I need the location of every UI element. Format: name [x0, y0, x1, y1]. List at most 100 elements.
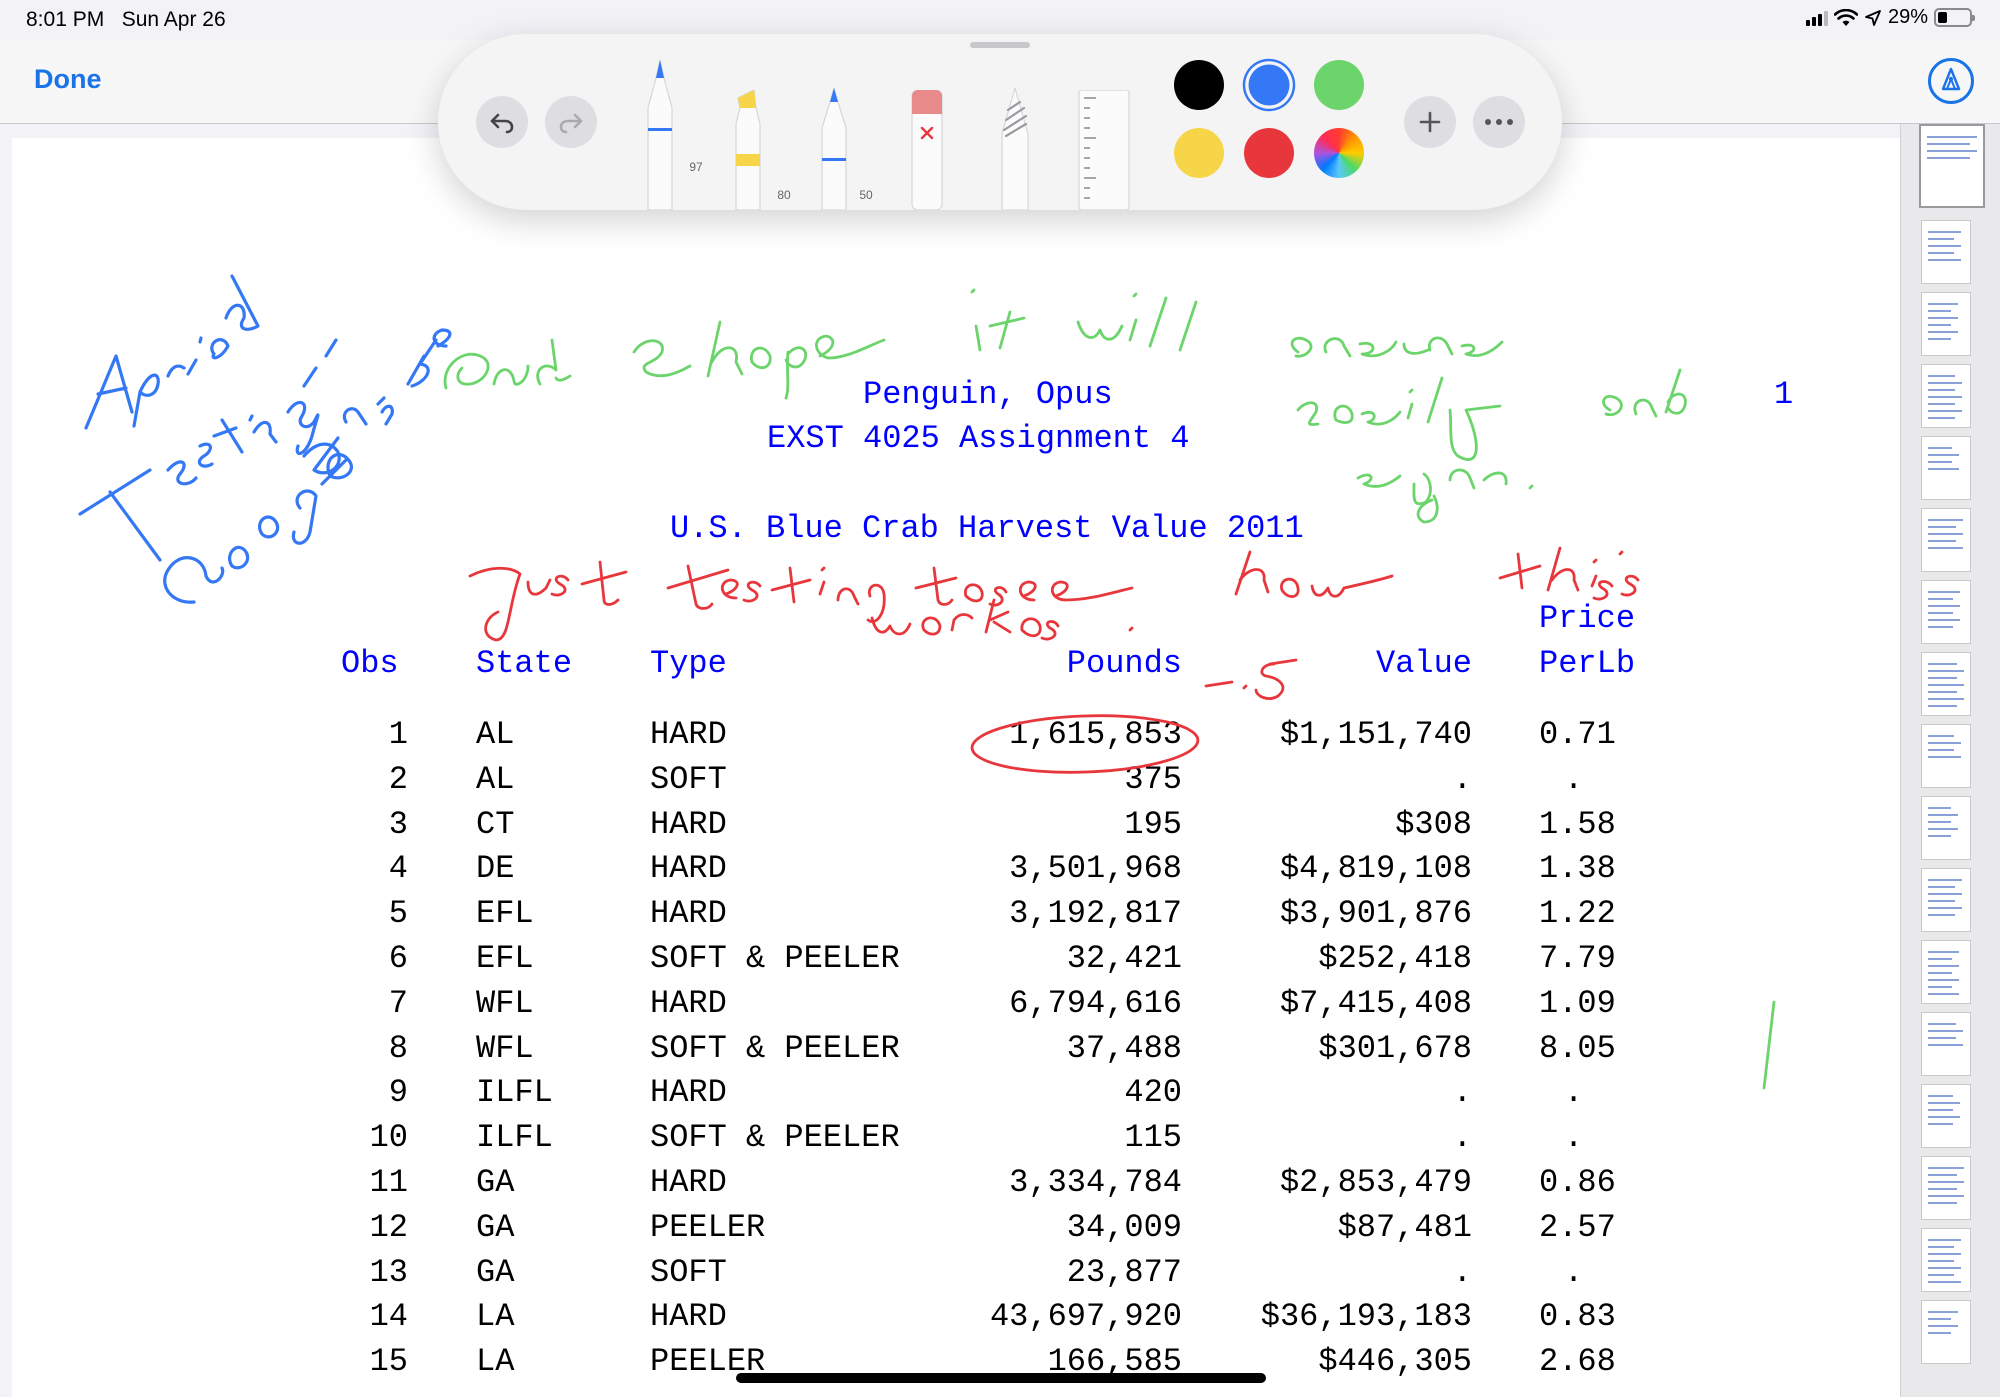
cell-state: ILFL [476, 1119, 553, 1157]
page-thumbnail[interactable] [1921, 1228, 1971, 1292]
cellular-signal-icon [1805, 10, 1828, 26]
page-thumbnail[interactable] [1921, 1084, 1971, 1148]
cell-value: . [1452, 1119, 1472, 1157]
page-thumbnail[interactable] [1921, 1156, 1971, 1220]
page-thumbnail[interactable] [1921, 1300, 1971, 1364]
pen-tool[interactable]: 97 [642, 59, 703, 211]
plus-icon [1419, 111, 1441, 133]
cell-price: 0.71 [1539, 716, 1616, 753]
page-thumbnail[interactable] [1921, 436, 1971, 500]
cell-type: SOFT [650, 1253, 727, 1291]
ruler-icon [1078, 89, 1130, 211]
markup-button[interactable] [1928, 58, 1974, 104]
page-thumbnail[interactable] [1921, 940, 1971, 1004]
cell-pounds: 3,334,784 [1009, 1164, 1182, 1201]
page-thumbnail[interactable] [1921, 868, 1971, 932]
cell-price: 1.09 [1539, 984, 1616, 1022]
page-thumbnail[interactable] [1921, 580, 1971, 644]
page-thumbnail-strip[interactable] [1900, 124, 2000, 1397]
ellipsis-icon [1485, 119, 1513, 125]
column-header-obs: Obs [341, 645, 399, 682]
column-header-type: Type [650, 645, 727, 682]
done-button[interactable]: Done [34, 64, 102, 95]
marker-tool[interactable]: 80 [730, 89, 791, 211]
pencil-width-label: 50 [859, 188, 873, 202]
column-header-value: Value [1375, 645, 1472, 682]
cell-obs: 11 [369, 1164, 408, 1201]
undo-button[interactable] [476, 96, 528, 148]
cell-type: HARD [650, 805, 727, 843]
column-header-state: State [476, 645, 573, 682]
cell-value: $2,853,479 [1279, 1164, 1472, 1201]
lasso-tool[interactable] [998, 85, 1032, 211]
page-thumbnail[interactable] [1921, 1012, 1971, 1076]
cell-pounds: 43,697,920 [989, 1298, 1182, 1336]
redo-button[interactable] [545, 96, 597, 148]
more-options-button[interactable] [1473, 96, 1525, 148]
header-name: Penguin, Opus [863, 376, 1113, 413]
status-right: 29% [1805, 6, 1975, 29]
black-swatch[interactable] [1174, 60, 1224, 110]
cell-price: . [1564, 1074, 1584, 1112]
cell-pounds: 3,501,968 [1009, 850, 1182, 888]
cell-value: $446,305 [1318, 1343, 1472, 1381]
page-thumbnail[interactable] [1921, 724, 1971, 788]
cell-state: LA [476, 1298, 515, 1336]
cell-state: LA [476, 1343, 515, 1381]
document-page[interactable]: Penguin, Opus EXST 4025 Assignment 4 1 U… [12, 138, 1900, 1397]
page-thumbnail[interactable] [1921, 364, 1971, 428]
cell-obs: 8 [388, 1029, 408, 1067]
cell-obs: 13 [369, 1253, 408, 1291]
red-swatch[interactable] [1244, 128, 1294, 178]
add-button[interactable] [1404, 96, 1456, 148]
eraser-icon [911, 89, 943, 211]
cell-value: . [1452, 1074, 1472, 1112]
page-thumbnail[interactable] [1921, 292, 1971, 356]
color-picker-swatch[interactable] [1314, 128, 1364, 178]
pen-tip-circle-icon [1941, 67, 1961, 91]
cell-pounds: 6,794,616 [1009, 984, 1182, 1022]
cell-state: GA [476, 1164, 515, 1201]
location-arrow-icon [1865, 9, 1881, 26]
cell-value: $36,193,183 [1260, 1298, 1472, 1336]
wifi-icon [1833, 8, 1858, 26]
green-swatch[interactable] [1314, 60, 1364, 110]
toolbar-grabber-handle[interactable] [970, 42, 1030, 48]
page-thumbnail[interactable] [1921, 220, 1971, 284]
page-thumbnail[interactable] [1921, 508, 1971, 572]
cell-price: 7.79 [1539, 940, 1616, 977]
page-thumbnail[interactable] [1919, 124, 1985, 208]
cell-state: GA [476, 1208, 515, 1246]
cell-state: DE [476, 850, 515, 888]
highlighter-icon [735, 89, 761, 211]
battery-percent: 29% [1887, 6, 1928, 28]
markup-toolbar: 97 80 50 [438, 34, 1562, 211]
cell-state: AL [476, 760, 515, 798]
home-indicator[interactable] [736, 1373, 1266, 1383]
cell-price: 1.38 [1539, 850, 1616, 888]
ruler-tool[interactable] [1078, 89, 1130, 211]
cell-pounds: 420 [1124, 1074, 1182, 1112]
cell-state: AL [476, 716, 515, 753]
cell-value: $301,678 [1318, 1029, 1472, 1067]
cell-pounds: 3,192,817 [1009, 895, 1182, 933]
cell-price: 2.57 [1539, 1208, 1616, 1246]
cell-pounds: 1,615,853 [1009, 716, 1182, 753]
cell-type: SOFT [650, 760, 727, 798]
battery-icon [1934, 8, 1975, 27]
eraser-tool[interactable] [910, 89, 944, 211]
cell-obs: 12 [369, 1208, 408, 1246]
cell-obs: 4 [388, 850, 408, 888]
page-thumbnail[interactable] [1921, 796, 1971, 860]
cell-price: . [1564, 760, 1584, 798]
cell-type: HARD [650, 984, 727, 1022]
page-thumbnail[interactable] [1921, 652, 1971, 716]
cell-obs: 1 [388, 716, 408, 753]
table-title: U.S. Blue Crab Harvest Value 2011 [670, 510, 1304, 547]
cell-type: HARD [650, 1074, 727, 1112]
pencil-tool[interactable]: 50 [818, 85, 873, 211]
cell-value: $1,151,740 [1279, 716, 1472, 753]
yellow-swatch[interactable] [1174, 128, 1224, 178]
pencil-icon [821, 85, 847, 211]
blue-swatch[interactable] [1248, 64, 1290, 106]
